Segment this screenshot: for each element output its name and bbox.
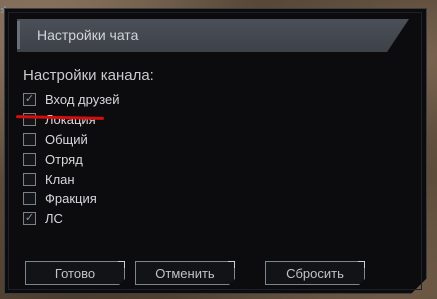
option-label: Локация (45, 112, 96, 128)
option-clan[interactable]: Клан (23, 169, 120, 189)
checkbox[interactable]: ✓ (23, 93, 36, 106)
dialog-title: Настройки чата (37, 27, 139, 43)
option-label: Клан (45, 171, 75, 187)
option-label: ЛС (45, 211, 63, 227)
cancel-button[interactable]: Отменить (135, 261, 235, 285)
option-label: Отряд (45, 151, 83, 167)
option-label: Вход друзей (45, 92, 120, 108)
option-label: Общий (45, 131, 88, 147)
channel-options-list: ✓ Вход друзей Локация Общий Отряд Клан Ф… (23, 90, 120, 229)
checkbox[interactable]: ✓ (23, 212, 36, 225)
checkbox[interactable] (23, 153, 36, 166)
checkbox[interactable] (23, 173, 36, 186)
option-squad[interactable]: Отряд (23, 149, 120, 169)
option-private-messages[interactable]: ✓ ЛС (23, 209, 120, 229)
checkmark-icon: ✓ (24, 212, 35, 225)
option-label: Фракция (45, 191, 97, 207)
done-button[interactable]: Готово (25, 261, 125, 285)
option-general[interactable]: Общий (23, 130, 120, 150)
option-friends-login[interactable]: ✓ Вход друзей (23, 90, 120, 110)
chat-settings-dialog: Настройки чата Настройки канала: ✓ Вход … (4, 8, 427, 294)
reset-button[interactable]: Сбросить (265, 261, 365, 285)
option-location[interactable]: Локация (23, 110, 120, 130)
title-accent (17, 21, 20, 49)
channel-settings-label: Настройки канала: (23, 67, 154, 84)
option-faction[interactable]: Фракция (23, 189, 120, 209)
checkmark-icon: ✓ (24, 93, 35, 106)
checkbox[interactable] (23, 192, 36, 205)
checkbox[interactable] (23, 133, 36, 146)
